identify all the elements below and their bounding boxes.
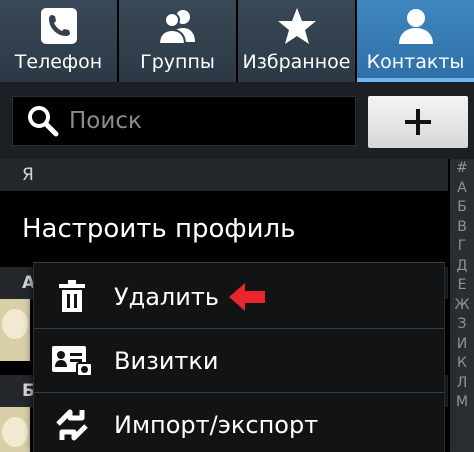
index-letter[interactable]: З	[458, 315, 467, 335]
setup-profile-label: Настроить профиль	[22, 214, 296, 244]
index-letter[interactable]: Л	[457, 374, 468, 394]
search-bar	[0, 82, 474, 159]
menu-item-label: Удалить	[114, 283, 219, 311]
group-icon	[156, 0, 200, 46]
menu-item-label: Импорт/экспорт	[114, 411, 319, 439]
setup-profile-item[interactable]: Настроить профиль	[0, 191, 448, 267]
tab-favorites[interactable]: Избранное	[238, 0, 355, 82]
trash-icon	[48, 273, 96, 321]
index-letter[interactable]: Г	[458, 237, 467, 257]
add-contact-button[interactable]	[368, 96, 468, 148]
tab-contacts[interactable]: Контакты	[357, 0, 474, 82]
tab-label: Избранное	[242, 51, 351, 73]
context-menu: Удалить Визитки Импорт/экспорт	[33, 262, 445, 452]
alphabet-index[interactable]: # А Б В Г Д Е Ж З И К Л М	[450, 159, 474, 452]
star-icon	[276, 0, 318, 46]
tab-label: Контакты	[366, 51, 465, 73]
contact-photo[interactable]	[0, 407, 30, 452]
menu-item-import-export[interactable]: Импорт/экспорт	[34, 393, 444, 452]
search-box[interactable]	[12, 96, 356, 146]
index-letter[interactable]: Е	[458, 276, 467, 296]
tab-phone[interactable]: Телефон	[0, 0, 117, 82]
menu-item-delete[interactable]: Удалить	[34, 265, 444, 329]
index-letter[interactable]: Ж	[454, 296, 469, 316]
index-letter[interactable]: Б	[457, 198, 467, 218]
index-letter[interactable]: В	[457, 218, 467, 238]
index-letter[interactable]: К	[457, 354, 467, 374]
plus-icon	[405, 109, 431, 135]
index-letter[interactable]: #	[456, 159, 468, 179]
menu-item-label: Визитки	[114, 347, 219, 375]
business-card-icon	[48, 337, 96, 385]
menu-item-business-cards[interactable]: Визитки	[34, 329, 444, 393]
import-export-icon	[48, 401, 96, 449]
tab-bar: Телефон Группы Избранное Контакты	[0, 0, 474, 82]
index-letter[interactable]: М	[456, 393, 468, 413]
annotation-arrow-icon	[229, 283, 265, 311]
contact-icon	[396, 0, 436, 46]
section-letter: Я	[22, 165, 34, 185]
tab-groups[interactable]: Группы	[119, 0, 236, 82]
tab-label: Группы	[140, 51, 215, 73]
index-letter[interactable]: И	[457, 335, 467, 355]
search-input[interactable]	[69, 108, 339, 134]
contact-photo[interactable]	[0, 299, 30, 361]
index-letter[interactable]: А	[457, 179, 467, 199]
phone-icon	[39, 0, 79, 46]
tab-label: Телефон	[14, 51, 103, 73]
section-header-me: Я	[0, 159, 448, 191]
search-icon	[28, 106, 59, 137]
index-letter[interactable]: Д	[457, 257, 468, 277]
